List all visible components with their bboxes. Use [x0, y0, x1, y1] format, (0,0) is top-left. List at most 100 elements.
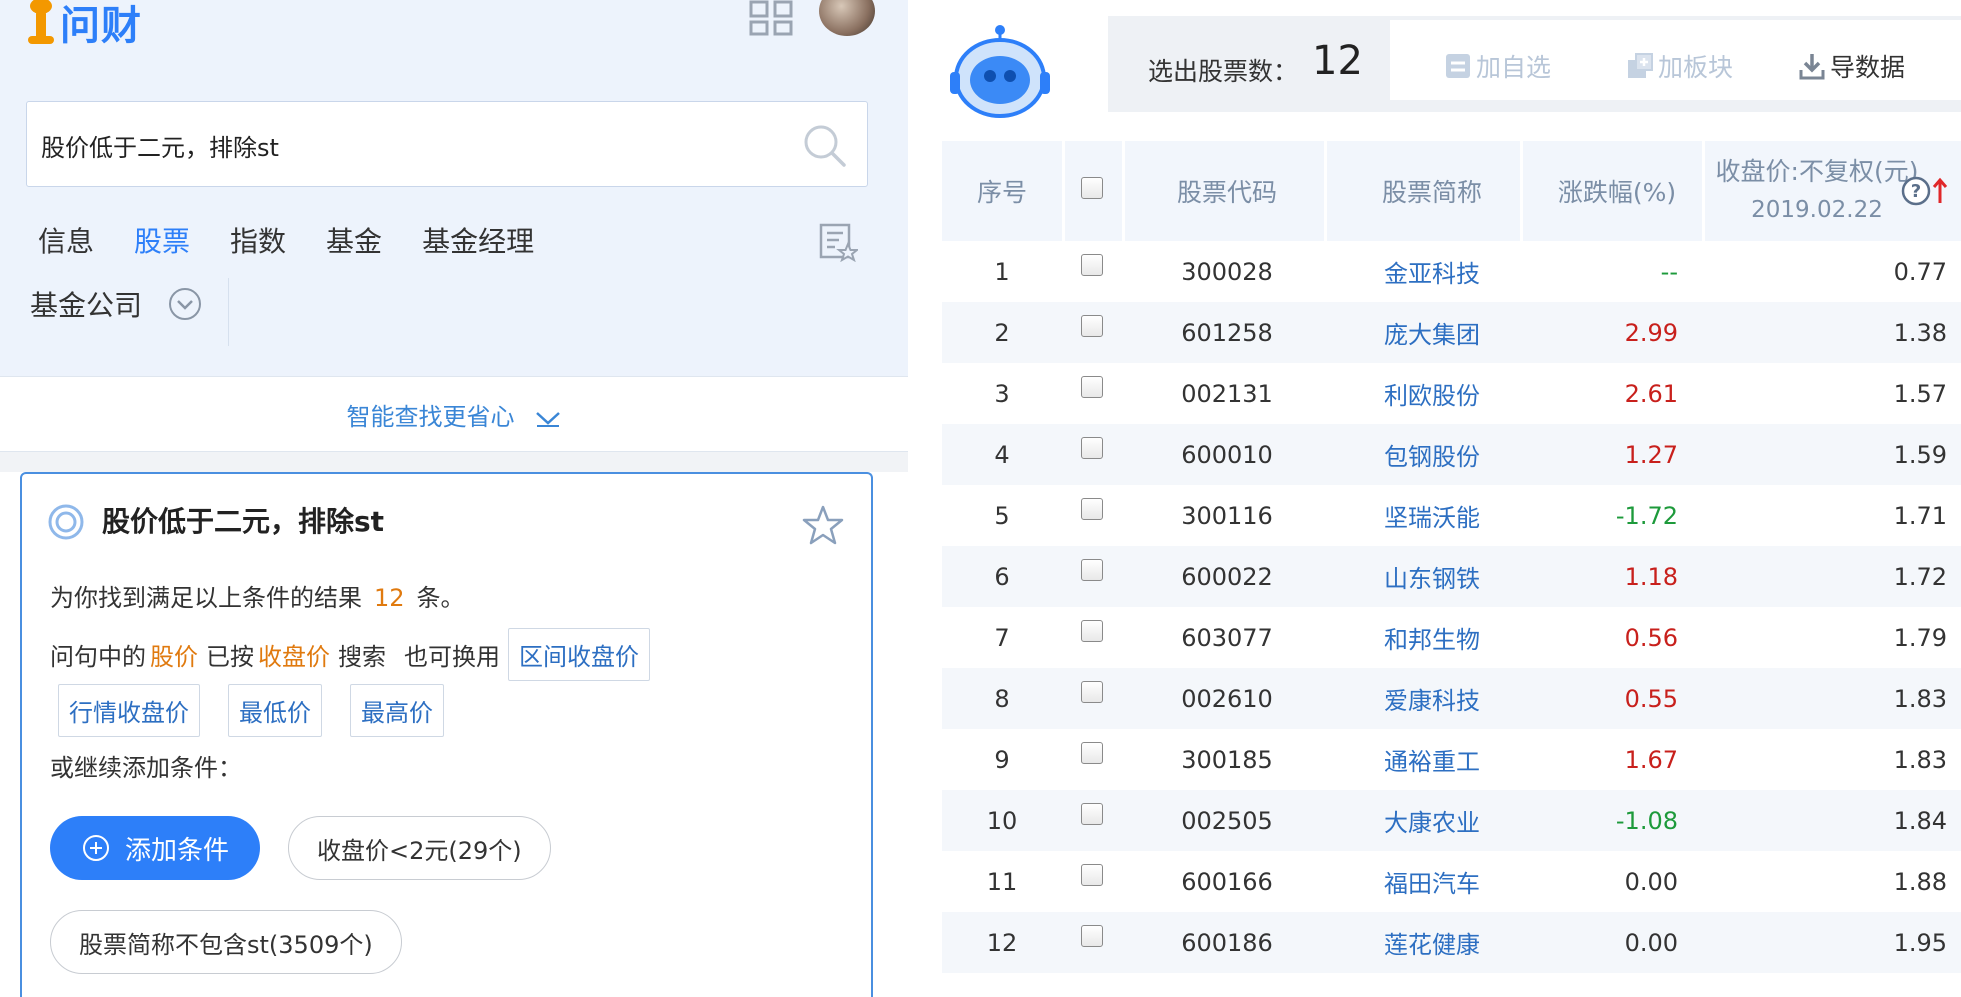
row-checkbox[interactable] [1081, 558, 1103, 581]
alt-chip-high[interactable]: 最高价 [350, 684, 444, 737]
cell-change: -1.72 [1615, 501, 1678, 530]
category-tabs-row2: 基金公司 [30, 284, 202, 324]
cell-index: 4 [994, 440, 1010, 469]
table-row[interactable]: 7 603077 和邦生物 0.56 1.79 [942, 607, 1961, 668]
tab-info[interactable]: 信息 [38, 220, 94, 260]
cell-close: 1.84 [1893, 806, 1947, 835]
cell-close: 1.72 [1893, 562, 1947, 591]
tab-fund-company[interactable]: 基金公司 [30, 284, 142, 324]
export-button[interactable]: 导数据 [1798, 48, 1905, 84]
cell-name-link[interactable]: 庞大集团 [1332, 302, 1532, 363]
logo-icon [26, 0, 56, 46]
cell-close: 1.83 [1893, 745, 1947, 774]
cell-change: -1.08 [1615, 806, 1678, 835]
cell-name-link[interactable]: 利欧股份 [1332, 363, 1532, 424]
list-star-icon[interactable] [818, 222, 858, 262]
table-row[interactable]: 3 002131 利欧股份 2.61 1.57 [942, 363, 1961, 424]
row-checkbox[interactable] [1081, 863, 1103, 886]
target-ring-icon [48, 504, 84, 540]
row-checkbox[interactable] [1081, 680, 1103, 703]
cell-index: 8 [994, 684, 1010, 713]
cell-close: 1.57 [1893, 379, 1947, 408]
cell-name-link[interactable]: 和邦生物 [1332, 607, 1532, 668]
tab-fund-manager[interactable]: 基金经理 [422, 220, 534, 260]
table-row[interactable]: 2 601258 庞大集团 2.99 1.38 [942, 302, 1961, 363]
col-index[interactable]: 序号 [942, 141, 1062, 241]
col-change[interactable]: 涨跌幅(%) [1532, 141, 1702, 241]
row-checkbox[interactable] [1081, 924, 1103, 947]
cell-change: 0.00 [1624, 867, 1678, 896]
avatar[interactable] [819, 0, 875, 36]
help-icon[interactable]: ? [1900, 175, 1932, 207]
select-all-checkbox[interactable] [1081, 177, 1103, 199]
cell-name-link[interactable]: 山东钢铁 [1332, 546, 1532, 607]
row-checkbox[interactable] [1081, 314, 1103, 337]
table-row[interactable]: 5 300116 坚瑞沃能 -1.72 1.71 [942, 485, 1961, 546]
table-row[interactable]: 1 300028 金亚科技 -- 0.77 [942, 241, 1961, 302]
alt-term: 股价 [150, 643, 198, 671]
search-icon[interactable] [801, 122, 847, 168]
condition-close-price[interactable]: 收盘价<2元(29个) [288, 816, 551, 880]
col-close-label: 收盘价:不复权(元) [1715, 157, 1919, 186]
table-row[interactable]: 12 600186 莲花健康 0.00 1.95 [942, 912, 1961, 973]
cell-code: 300028 [1181, 257, 1273, 286]
add-watch-button[interactable]: 加自选 [1444, 48, 1551, 84]
row-checkbox[interactable] [1081, 375, 1103, 398]
smart-find-bar[interactable]: 智能查找更省心 [0, 376, 908, 452]
table-row[interactable]: 11 600166 福田汽车 0.00 1.88 [942, 851, 1961, 912]
row-checkbox[interactable] [1081, 436, 1103, 459]
alt-chip-range-close[interactable]: 区间收盘价 [508, 628, 650, 681]
add-block-label: 加板块 [1658, 53, 1734, 82]
cell-name-link[interactable]: 莲花健康 [1332, 912, 1532, 973]
table-row[interactable]: 9 300185 通裕重工 1.67 1.83 [942, 729, 1961, 790]
cell-name-link[interactable]: 大康农业 [1332, 790, 1532, 851]
table-row[interactable]: 8 002610 爱康科技 0.55 1.83 [942, 668, 1961, 729]
result-summary: 为你找到满足以上条件的结果 12 条。 [50, 578, 465, 613]
cell-checkbox [1062, 607, 1122, 668]
col-code[interactable]: 股票代码 [1122, 141, 1332, 241]
tab-fund[interactable]: 基金 [326, 220, 382, 260]
tab-stock[interactable]: 股票 [134, 220, 190, 260]
cell-name-link[interactable]: 金亚科技 [1332, 241, 1532, 302]
search-box [26, 101, 868, 187]
smart-find-text: 智能查找更省心 [346, 403, 515, 431]
tab-index[interactable]: 指数 [230, 220, 286, 260]
table-row[interactable]: 4 600010 包钢股份 1.27 1.59 [942, 424, 1961, 485]
cell-checkbox [1062, 485, 1122, 546]
chevron-down-circle-icon[interactable] [168, 287, 202, 321]
cell-change: 2.61 [1624, 379, 1678, 408]
cell-name-link[interactable]: 爱康科技 [1332, 668, 1532, 729]
cell-name-link[interactable]: 坚瑞沃能 [1332, 485, 1532, 546]
table-row[interactable]: 10 002505 大康农业 -1.08 1.84 [942, 790, 1961, 851]
row-checkbox[interactable] [1081, 253, 1103, 276]
row-checkbox[interactable] [1081, 497, 1103, 520]
cell-code: 002610 [1181, 684, 1273, 713]
star-icon[interactable] [802, 504, 844, 546]
cell-index: 9 [994, 745, 1010, 774]
cell-name-link[interactable]: 福田汽车 [1332, 851, 1532, 912]
cell-name-link[interactable]: 通裕重工 [1332, 729, 1532, 790]
row-checkbox[interactable] [1081, 802, 1103, 825]
col-name[interactable]: 股票简称 [1332, 141, 1532, 241]
col-close[interactable]: 收盘价:不复权(元) 2019.02.22 [1702, 141, 1932, 241]
add-block-button[interactable]: 加板块 [1626, 48, 1733, 84]
row-checkbox[interactable] [1081, 741, 1103, 764]
cell-index: 2 [994, 318, 1010, 347]
export-label: 导数据 [1830, 53, 1906, 82]
cell-checkbox [1062, 851, 1122, 912]
cell-checkbox [1062, 241, 1122, 302]
logo[interactable]: 问财 [26, 0, 142, 49]
grid-icon[interactable] [749, 0, 795, 36]
cell-name-link[interactable]: 包钢股份 [1332, 424, 1532, 485]
search-input[interactable] [41, 126, 781, 164]
row-checkbox[interactable] [1081, 619, 1103, 642]
condition-exclude-st[interactable]: 股票简称不包含st(3509个) [50, 910, 402, 974]
table-row[interactable]: 6 600022 山东钢铁 1.18 1.72 [942, 546, 1961, 607]
cell-code: 600166 [1181, 867, 1273, 896]
alt-chip-market-close[interactable]: 行情收盘价 [58, 684, 200, 737]
alt-chip-low[interactable]: 最低价 [228, 684, 322, 737]
sort-up-icon[interactable] [1932, 175, 1948, 207]
add-condition-button[interactable]: 添加条件 [50, 816, 260, 880]
cell-change: 1.67 [1624, 745, 1678, 774]
logo-text: 问财 [60, 3, 142, 49]
